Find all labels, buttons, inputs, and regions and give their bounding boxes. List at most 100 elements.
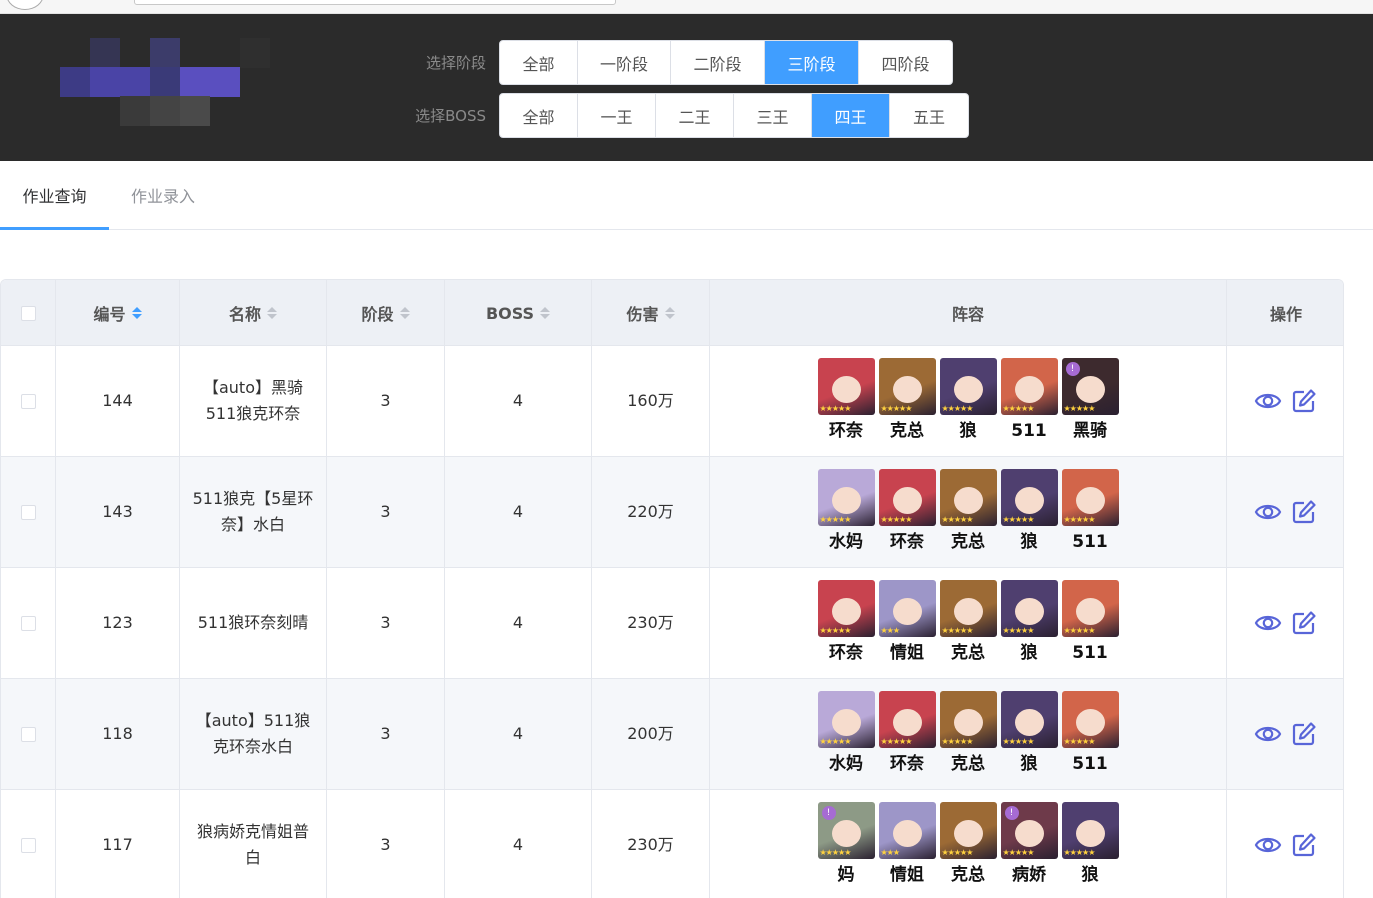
stage-filter: 全部 一阶段 二阶段 三阶段 四阶段 bbox=[499, 40, 953, 85]
cell-name-text: 511狼克【5星环奈】水白 bbox=[192, 489, 314, 534]
cell-team: ★★★★★ 环奈 ★★★ 情姐 ★★★★★ 克总 ★★★★★ 狼 ★★★★★ 511 bbox=[710, 568, 1227, 678]
character-avatar: ★★★★★ bbox=[817, 469, 875, 526]
eye-icon[interactable] bbox=[1254, 831, 1282, 859]
cell-id: 118 bbox=[56, 679, 180, 789]
cell-name: 【auto】黑骑511狼克环奈 bbox=[180, 346, 327, 456]
character-name: 情姐 bbox=[890, 865, 924, 885]
team-unit: ★★★★★ 水妈 bbox=[817, 469, 875, 555]
row-select-cell bbox=[1, 568, 56, 678]
cell-stage-text: 3 bbox=[380, 613, 391, 632]
cell-boss-text: 4 bbox=[512, 391, 524, 410]
row-checkbox[interactable] bbox=[20, 726, 36, 742]
tab-query[interactable]: 作业查询 bbox=[0, 161, 109, 229]
logo bbox=[60, 38, 272, 126]
header-select-all bbox=[1, 280, 56, 346]
browser-address-field[interactable] bbox=[134, 0, 616, 5]
team-unit: ★★★★★ 水妈 bbox=[817, 691, 875, 777]
character-avatar: ★★★★★ bbox=[817, 358, 875, 415]
cell-name-text: 【auto】511狼克环奈水白 bbox=[195, 711, 311, 756]
boss-option[interactable]: 三王 bbox=[734, 94, 812, 137]
tab-bar: 作业查询 作业录入 bbox=[0, 161, 1373, 230]
header-boss[interactable]: BOSS bbox=[445, 280, 592, 346]
stage-option[interactable]: 四阶段 bbox=[859, 41, 952, 84]
tab-entry[interactable]: 作业录入 bbox=[109, 161, 217, 229]
header-name-label: 名称 bbox=[228, 305, 261, 324]
character-name: 狼 bbox=[1081, 865, 1099, 885]
eye-icon[interactable] bbox=[1254, 720, 1282, 748]
sort-icon[interactable] bbox=[131, 307, 142, 319]
team-unit: ★★★★★! 黑骑 bbox=[1061, 358, 1119, 444]
team-unit: ★★★★★ 环奈 bbox=[878, 469, 936, 555]
table-row[interactable]: 123 511狼环奈刻晴 3 4 230万 ★★★★★ 环奈 ★★★ 情姐 ★★★★★ 克总 ★★★★… bbox=[1, 568, 1343, 679]
edit-icon[interactable] bbox=[1290, 387, 1318, 415]
cell-boss: 4 bbox=[445, 679, 592, 789]
row-checkbox[interactable] bbox=[20, 837, 36, 853]
edit-icon[interactable] bbox=[1290, 609, 1318, 637]
browser-button[interactable] bbox=[6, 0, 44, 10]
stage-option[interactable]: 全部 bbox=[500, 41, 578, 84]
character-name: 511 bbox=[1011, 421, 1047, 441]
row-checkbox[interactable] bbox=[20, 504, 36, 520]
boss-option[interactable]: 四王 bbox=[812, 94, 890, 137]
table-row[interactable]: 118 【auto】511狼克环奈水白 3 4 200万 ★★★★★ 水妈 ★★★★★ 环奈 ★★… bbox=[1, 679, 1343, 790]
cell-team: ★★★★★ 环奈 ★★★★★ 克总 ★★★★★ 狼 ★★★★★ 511 ★★★★★! 黑骑 bbox=[710, 346, 1227, 456]
character-avatar: ★★★★★! bbox=[817, 802, 875, 859]
boss-option[interactable]: 五王 bbox=[890, 94, 968, 137]
character-avatar: ★★★★★ bbox=[939, 691, 997, 748]
table-row[interactable]: 117 狼病娇克情姐普白 3 4 230万 ★★★★★! 妈 ★★★ 情姐 ★★★★★ 克总 ★★★★… bbox=[1, 790, 1343, 898]
team-unit: ★★★★★ 511 bbox=[1061, 691, 1119, 777]
row-checkbox[interactable] bbox=[20, 615, 36, 631]
cell-damage: 230万 bbox=[592, 790, 710, 898]
boss-option[interactable]: 一王 bbox=[578, 94, 656, 137]
boss-option[interactable]: 全部 bbox=[500, 94, 578, 137]
table-row[interactable]: 143 511狼克【5星环奈】水白 3 4 220万 ★★★★★ 水妈 ★★★★★ 环奈 ★★★★… bbox=[1, 457, 1343, 568]
team-unit: ★★★★★ 克总 bbox=[939, 691, 997, 777]
stage-option[interactable]: 三阶段 bbox=[765, 41, 859, 84]
team-unit: ★★★ 情姐 bbox=[878, 580, 936, 666]
eye-icon[interactable] bbox=[1254, 498, 1282, 526]
header-boss-label: BOSS bbox=[485, 303, 535, 323]
edit-icon[interactable] bbox=[1290, 831, 1318, 859]
character-avatar: ★★★★★ bbox=[1061, 802, 1119, 859]
cell-actions bbox=[1227, 457, 1343, 567]
table-row[interactable]: 144 【auto】黑骑511狼克环奈 3 4 160万 ★★★★★ 环奈 ★★★★★ 克总 ★★… bbox=[1, 346, 1343, 457]
header-name[interactable]: 名称 bbox=[180, 280, 327, 346]
character-avatar: ★★★ bbox=[878, 802, 936, 859]
header-actions-label: 操作 bbox=[1269, 305, 1302, 324]
eye-icon[interactable] bbox=[1254, 387, 1282, 415]
header-stage[interactable]: 阶段 bbox=[327, 280, 445, 346]
team-unit: ★★★★★! 病娇 bbox=[1000, 802, 1058, 888]
sort-icon[interactable] bbox=[399, 307, 410, 319]
character-avatar: ★★★★★! bbox=[1061, 358, 1119, 415]
character-name: 狼 bbox=[1020, 532, 1038, 552]
cell-stage: 3 bbox=[327, 679, 445, 789]
character-avatar: ★★★★★ bbox=[878, 469, 936, 526]
header: 选择阶段 全部 一阶段 二阶段 三阶段 四阶段 选择BOSS 全部 一王 二王 三王 四王 五王 bbox=[0, 14, 1373, 161]
sort-icon[interactable] bbox=[267, 307, 277, 319]
row-select-cell bbox=[1, 679, 56, 789]
cell-actions bbox=[1227, 790, 1343, 898]
team-unit: ★★★★★ 狼 bbox=[1000, 691, 1058, 777]
homework-table: 编号 名称 阶段 BOSS 伤害 阵容 操作 144 【auto】黑骑511狼克环… bbox=[0, 279, 1344, 898]
character-avatar: ★★★ bbox=[878, 580, 936, 637]
stage-option[interactable]: 二阶段 bbox=[671, 41, 765, 84]
character-avatar: ★★★★★ bbox=[1000, 691, 1058, 748]
row-checkbox[interactable] bbox=[20, 393, 36, 409]
character-avatar: ★★★★★ bbox=[817, 580, 875, 637]
cell-team: ★★★★★! 妈 ★★★ 情姐 ★★★★★ 克总 ★★★★★! 病娇 ★★★★★ 狼 bbox=[710, 790, 1227, 898]
cell-name-text: 511狼环奈刻晴 bbox=[197, 613, 309, 632]
cell-damage-text: 220万 bbox=[627, 502, 674, 521]
boss-option[interactable]: 二王 bbox=[656, 94, 734, 137]
stage-option[interactable]: 一阶段 bbox=[578, 41, 671, 84]
select-all-checkbox[interactable] bbox=[20, 305, 36, 321]
sort-icon[interactable] bbox=[540, 307, 551, 319]
sort-icon[interactable] bbox=[664, 307, 675, 319]
edit-icon[interactable] bbox=[1290, 720, 1318, 748]
eye-icon[interactable] bbox=[1254, 609, 1282, 637]
team-unit: ★★★★★ 狼 bbox=[1061, 802, 1119, 888]
edit-icon[interactable] bbox=[1290, 498, 1318, 526]
header-id[interactable]: 编号 bbox=[56, 280, 180, 346]
team-unit: ★★★★★ 511 bbox=[1061, 469, 1119, 555]
header-damage[interactable]: 伤害 bbox=[592, 280, 710, 346]
character-avatar: ★★★★★ bbox=[1061, 469, 1119, 526]
